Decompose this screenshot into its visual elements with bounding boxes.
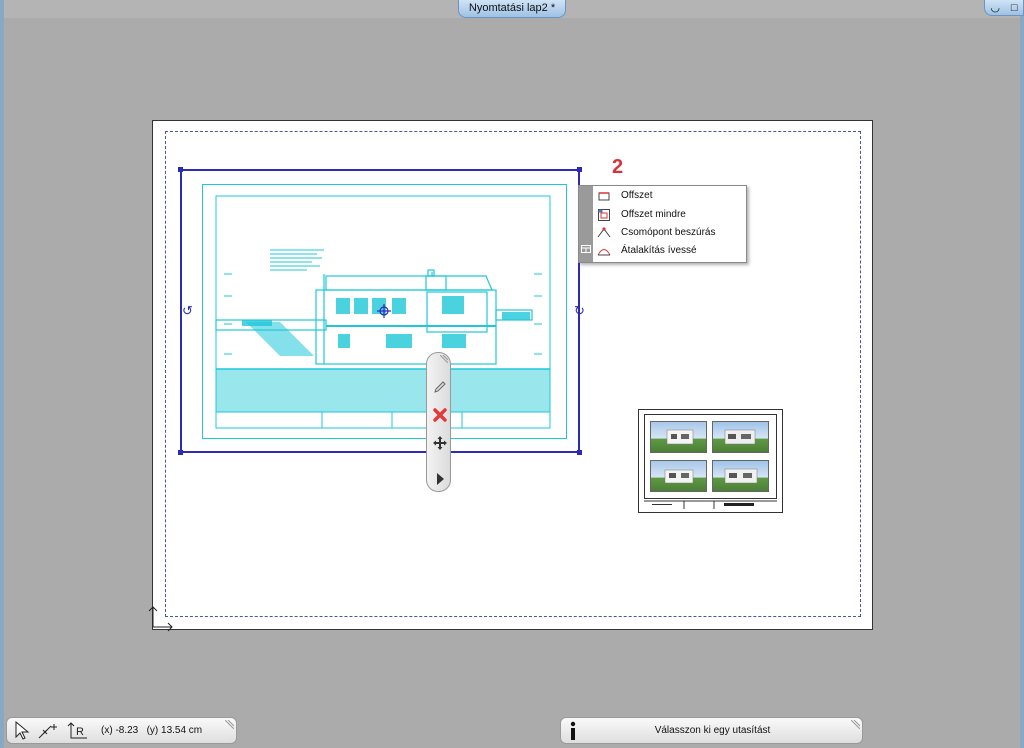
offset-all-icon: [598, 209, 610, 221]
menu-item-offset[interactable]: Offszet: [597, 187, 745, 205]
coordinate-panel: R (x) -8.23 (y) 13.54 cm: [6, 717, 237, 744]
rendering-sheet-title-block: [644, 500, 777, 509]
context-menu: Offszet Offszet mindre Csomópont beszúrá…: [578, 185, 747, 263]
menu-item-insert-node-label: Csomópont beszúrás: [621, 227, 716, 238]
expand-arrow-icon: [436, 472, 444, 485]
palette-corner-icon: [440, 355, 448, 363]
menu-item-offset-all-label: Offszet mindre: [621, 209, 686, 220]
corner-handle-top-left[interactable]: [178, 167, 183, 172]
svg-text:R: R: [76, 726, 84, 738]
rotate-right-icon[interactable]: ↻: [574, 304, 585, 317]
window-controls: ◡ □: [984, 0, 1024, 16]
panel-corner-icon: [851, 720, 860, 729]
tool-palette: [426, 352, 451, 492]
cursor-arrow-icon[interactable]: [13, 721, 31, 741]
delete-button[interactable]: [430, 405, 449, 424]
render-photo: [650, 421, 707, 453]
move-button[interactable]: [430, 433, 449, 452]
window-border-right: [1020, 0, 1024, 748]
maximize-button[interactable]: □: [1011, 2, 1018, 14]
menu-item-convert-arc[interactable]: Átalakítás ívessé: [597, 242, 745, 260]
corner-handle-bottom-right[interactable]: [577, 450, 582, 455]
restore-button[interactable]: ◡: [990, 1, 1000, 14]
window-title: Nyomtatási lap2 *: [458, 0, 566, 18]
step-number-annotation: 2: [612, 156, 624, 178]
corner-handle-top-right[interactable]: [577, 167, 582, 172]
offset-icon: [598, 192, 610, 201]
instruction-panel: Válasszon ki egy utasítást: [560, 717, 863, 744]
expand-palette-button[interactable]: [430, 469, 449, 488]
move-icon: [432, 435, 447, 450]
selection-frame[interactable]: [180, 169, 580, 453]
insert-node-icon: [597, 227, 611, 238]
render-photo: [712, 421, 769, 453]
menu-item-insert-node[interactable]: Csomópont beszúrás: [597, 224, 745, 242]
render-photo: [650, 460, 707, 492]
window-border-left: [0, 0, 4, 748]
convert-to-arc-icon: [597, 249, 611, 256]
snap-point-icon[interactable]: [37, 722, 65, 740]
coordinate-readout: (x) -8.23 (y) 13.54 cm: [101, 725, 203, 736]
menu-item-offset-label: Offszet: [621, 190, 653, 201]
panel-corner-icon: [225, 720, 234, 729]
table-icon: [581, 245, 591, 253]
menu-item-offset-all[interactable]: Offszet mindre: [597, 206, 745, 224]
rotate-left-icon[interactable]: ↺: [182, 304, 193, 317]
edit-pencil-icon: [433, 380, 446, 393]
delete-x-icon: [432, 407, 447, 422]
origin-marker-icon: [148, 606, 173, 632]
relative-coords-icon[interactable]: R: [67, 722, 91, 740]
render-photo: [712, 460, 769, 492]
instruction-hint: Válasszon ki egy utasítást: [654, 725, 771, 736]
corner-handle-bottom-left[interactable]: [178, 450, 183, 455]
context-menu-strip: [579, 186, 593, 262]
edit-pencil-button[interactable]: [430, 377, 449, 396]
menu-item-convert-arc-label: Átalakítás ívessé: [621, 245, 697, 256]
